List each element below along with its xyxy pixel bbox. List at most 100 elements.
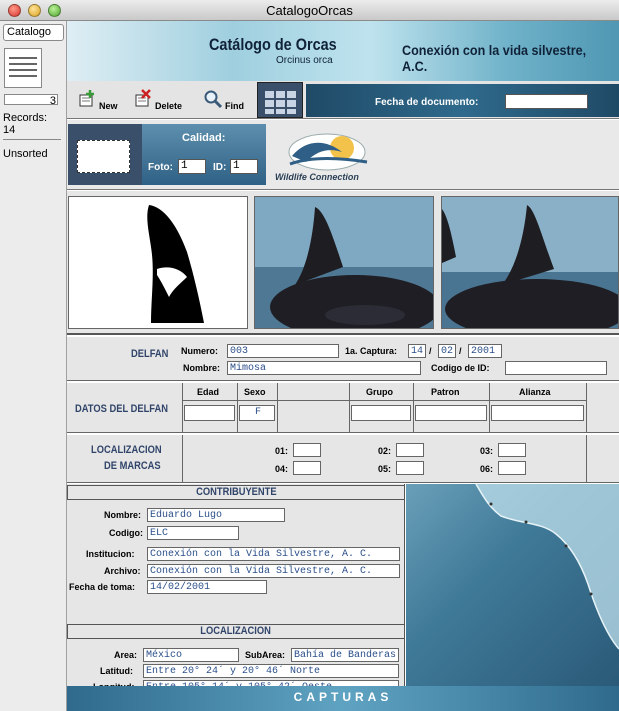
- new-record-button[interactable]: New: [77, 89, 127, 113]
- archivo-label: Archivo:: [104, 566, 141, 576]
- marca-06-label: 06:: [480, 464, 494, 474]
- table-divider: [182, 435, 183, 483]
- id-label: ID:: [213, 162, 227, 173]
- latitud-field[interactable]: Entre 20° 24´ y 20° 46´ Norte: [143, 664, 399, 678]
- contribuyente-section-label: CONTRIBUYENTE: [195, 486, 277, 498]
- delfan-section: DELFAN Numero: 003 1a. Captura: 14 / 02 …: [67, 337, 619, 381]
- table-divider: [586, 435, 587, 483]
- current-record-number: 3: [49, 95, 56, 107]
- quality-title: Calidad:: [182, 132, 226, 144]
- grupo-field[interactable]: [351, 405, 411, 421]
- new-record-icon: [79, 90, 94, 107]
- book-line: [9, 63, 37, 65]
- table-divider: [349, 383, 350, 433]
- capturas-bar: CAPTURAS: [67, 686, 619, 711]
- subarea-field[interactable]: Bahía de Banderas: [291, 648, 399, 662]
- page-title: Catálogo de Orcas: [209, 35, 337, 54]
- sort-status: Unsorted: [3, 148, 48, 160]
- primera-captura-label: 1a. Captura:: [345, 346, 398, 356]
- capturas-title: CAPTURAS: [293, 690, 393, 704]
- grupo-header: Grupo: [366, 387, 393, 397]
- date-separator: /: [429, 346, 432, 356]
- datos-del-delfan-section: DATOS DEL DELFAN Edad Sexo Grupo Patron …: [67, 383, 619, 433]
- book-line: [9, 57, 37, 59]
- contribuyente-header: CONTRIBUYENTE: [67, 485, 405, 500]
- table-header-divider: [182, 400, 586, 401]
- contrib-nombre-field[interactable]: Eduardo Lugo: [147, 508, 285, 522]
- logo-text: Wildlife Connection: [275, 172, 359, 182]
- find-label: Find: [225, 101, 244, 111]
- id-quality-field[interactable]: 1: [230, 159, 258, 174]
- orca-photo-1[interactable]: [254, 196, 434, 329]
- quality-panel: Calidad: Foto: 1 ID: 1: [142, 124, 266, 185]
- marca-02-field[interactable]: [396, 443, 424, 457]
- toolbar: New Delete Find Fecha de documento:: [67, 81, 619, 119]
- marca-04-field[interactable]: [293, 461, 321, 475]
- marca-05-field[interactable]: [396, 461, 424, 475]
- numero-field[interactable]: 003: [227, 344, 339, 358]
- records-label: Records:: [3, 112, 48, 124]
- alianza-field[interactable]: [491, 405, 584, 421]
- magnifier-icon: [204, 90, 223, 109]
- window-title: CatalogoOrcas: [266, 3, 353, 18]
- marca-02-label: 02:: [378, 446, 392, 456]
- archivo-field[interactable]: Conexión con la Vida Silvestre, A. C.: [147, 564, 400, 578]
- delete-record-button[interactable]: Delete: [133, 89, 195, 113]
- wildlife-connection-logo: Wildlife Connection: [272, 126, 392, 186]
- institucion-field[interactable]: Conexión con la Vida Silvestre, A. C.: [147, 547, 400, 561]
- fecha-toma-label: Fecha de toma:: [69, 582, 136, 592]
- grid-cell: [265, 91, 274, 98]
- book-line: [9, 75, 37, 77]
- datos-section-label: DATOS DEL DELFAN: [75, 403, 168, 415]
- codigo-id-label: Codigo de ID:: [431, 363, 490, 373]
- table-divider: [489, 383, 490, 433]
- find-button[interactable]: Find: [203, 89, 253, 113]
- captura-day-field[interactable]: 14: [408, 344, 426, 358]
- grid-cell: [276, 91, 285, 98]
- localizacion-section-label: LOCALIZACION: [200, 625, 272, 637]
- captura-year-field[interactable]: 2001: [468, 344, 502, 358]
- marca-03-field[interactable]: [498, 443, 526, 457]
- subarea-label: SubArea:: [245, 650, 286, 660]
- marca-01-field[interactable]: [293, 443, 321, 457]
- edad-header: Edad: [197, 387, 220, 397]
- patron-field[interactable]: [415, 405, 487, 421]
- nombre-field[interactable]: Mimosa: [227, 361, 421, 375]
- institucion-label: Institucion:: [86, 549, 135, 559]
- contrib-codigo-label: Codigo:: [109, 528, 143, 538]
- fin-outline-image: [99, 197, 207, 328]
- fecha-toma-field[interactable]: 14/02/2001: [147, 580, 267, 594]
- contrib-codigo-field[interactable]: ELC: [147, 526, 239, 540]
- record-book-icon[interactable]: 3: [4, 48, 60, 108]
- date-separator: /: [459, 346, 462, 356]
- orca-photo-2[interactable]: [441, 196, 619, 329]
- organization-name: Conexión con la vida silvestre, A.C.: [402, 42, 587, 74]
- list-view-grid-button[interactable]: [257, 82, 303, 118]
- book-page[interactable]: [4, 48, 42, 88]
- area-field[interactable]: México: [143, 648, 239, 662]
- patron-header: Patron: [431, 387, 460, 397]
- marca-04-label: 04:: [275, 464, 289, 474]
- coastline-map[interactable]: [406, 484, 619, 687]
- grid-cell: [287, 91, 296, 98]
- marca-05-label: 05:: [378, 464, 392, 474]
- new-label: New: [99, 101, 118, 111]
- logo-emblem-icon: [288, 133, 368, 171]
- layout-select[interactable]: Catalogo: [3, 24, 64, 41]
- thumbnail-field[interactable]: [77, 140, 130, 173]
- fin-sketch-container[interactable]: [68, 196, 248, 329]
- sexo-field[interactable]: F: [239, 405, 275, 421]
- numero-label: Numero:: [181, 346, 219, 356]
- foto-quality-field[interactable]: 1: [178, 159, 206, 174]
- captura-month-field[interactable]: 02: [438, 344, 456, 358]
- table-divider: [237, 383, 238, 433]
- edad-field[interactable]: [184, 405, 235, 421]
- area-label: Area:: [114, 650, 138, 660]
- grid-cell: [287, 109, 296, 114]
- table-divider: [182, 383, 183, 433]
- codigo-id-field[interactable]: [505, 361, 607, 375]
- localizacion-marcas-section: LOCALIZACION DE MARCAS 01: 02: 03: 04: 0…: [67, 435, 619, 483]
- document-date-field[interactable]: [505, 94, 588, 109]
- marca-06-field[interactable]: [498, 461, 526, 475]
- photo-strip: [67, 191, 619, 335]
